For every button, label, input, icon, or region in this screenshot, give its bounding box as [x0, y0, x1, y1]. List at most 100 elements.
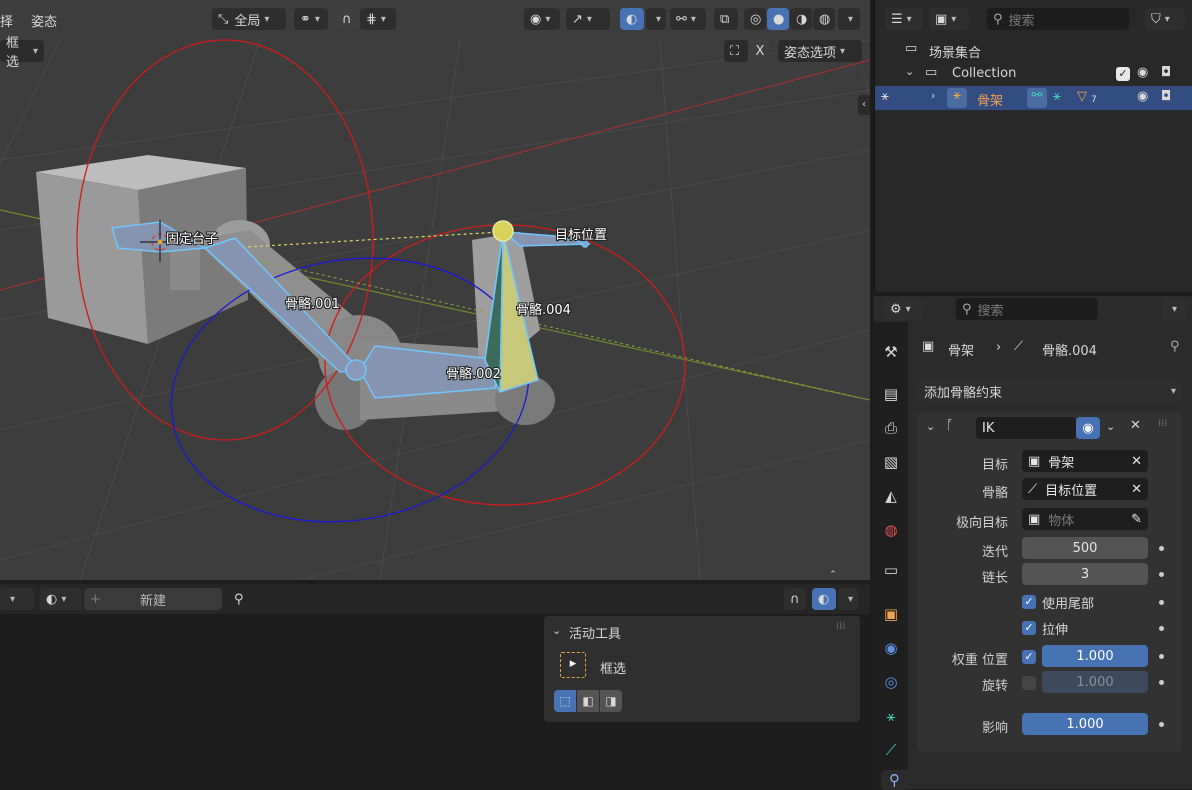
world-tab-icon[interactable]: ◍ [881, 520, 901, 540]
bone-field[interactable]: ⟋ 目标位置 ✕ [1022, 478, 1148, 500]
overlays-dropdown-bottom[interactable]: ▾ [838, 588, 858, 610]
tool-tab-icon[interactable]: ⚒ [881, 342, 901, 362]
outliner-view-dropdown[interactable]: ▣ ▾ [929, 8, 969, 30]
output-tab-icon[interactable]: ⎙ [881, 418, 901, 438]
visibility-eye-icon[interactable]: ◉ [1137, 65, 1148, 80]
constraint-name-input[interactable]: IK [976, 417, 1076, 439]
mode-new-button[interactable]: ⬚ [554, 690, 576, 712]
weight-rotation-field[interactable]: 1.000 [1042, 671, 1148, 693]
collection-tab-icon[interactable]: ▭ [881, 560, 901, 580]
outliner-display-mode[interactable]: ☰ ▾ [885, 8, 923, 30]
drag-handle-icon[interactable]: ⁞⁞⁞ [1158, 418, 1168, 429]
keyframe-dot-icon[interactable] [1159, 722, 1164, 727]
keyframe-dot-icon[interactable] [1159, 680, 1164, 685]
shading-dropdown[interactable]: ▾ [838, 8, 860, 30]
shading-wireframe[interactable]: ◎ [744, 8, 766, 30]
eyedropper-icon[interactable]: ✎ [1131, 512, 1142, 527]
menu-pose[interactable]: 姿态 [31, 11, 57, 30]
drag-handle-icon[interactable]: ⁞⁞⁞ [836, 621, 846, 632]
editor-type-dropdown[interactable]: ▾ [0, 588, 34, 610]
collapse-chevron-icon[interactable]: ⌄ [926, 420, 935, 433]
pole-target-field[interactable]: ▣ 物体 ✎ [1022, 508, 1148, 530]
chain-length-field[interactable]: 3 [1022, 563, 1148, 585]
target-field[interactable]: ▣ 骨架 ✕ [1022, 450, 1148, 472]
object-icon: ▣ [1028, 453, 1041, 469]
pin-icon[interactable]: ⚲ [1170, 339, 1180, 354]
keyframe-dot-icon[interactable] [1159, 600, 1164, 605]
constraint-enable-toggle[interactable]: ◉ [1076, 417, 1100, 439]
influence-field[interactable]: 1.000 [1022, 713, 1148, 735]
render-tab-icon[interactable]: ▤ [881, 384, 901, 404]
visibility-eye-icon[interactable]: ◉ [1137, 89, 1148, 104]
transform-orientation-dropdown[interactable]: ⤡ 全局 ▾ [212, 8, 286, 30]
overlays-toggle[interactable]: ◐ [620, 8, 644, 30]
snap-toggle-bottom[interactable]: ∩ [784, 588, 806, 610]
iterations-field[interactable]: 500 [1022, 537, 1148, 559]
snap-target-dropdown[interactable]: ⋕ ▾ [360, 8, 396, 30]
expand-chevron-icon[interactable]: › [931, 89, 935, 102]
keyframe-dot-icon[interactable] [1159, 546, 1164, 551]
weight-position-field[interactable]: 1.000 [1042, 645, 1148, 667]
xray-toggle[interactable]: ⧉ [714, 8, 738, 30]
stretch-checkbox[interactable]: ✓ [1022, 621, 1036, 635]
view-layer-tab-icon[interactable]: ▧ [881, 452, 901, 472]
mirror-icon-button[interactable]: ⛶ [724, 40, 748, 62]
constraint-menu-chevron-icon[interactable]: ⌄ [1106, 420, 1115, 433]
menu-select[interactable]: 择 [0, 11, 13, 30]
outliner-row-scene-collection[interactable]: ▭ 场景集合 [875, 38, 1192, 62]
snap-toggle[interactable]: ∩ [336, 8, 360, 30]
use-tail-checkbox[interactable]: ✓ [1022, 595, 1036, 609]
render-camera-icon[interactable]: ◘ [1161, 89, 1171, 104]
browse-dropdown[interactable]: ◐ ▾ [40, 588, 82, 610]
3d-viewport[interactable]: 固定台子 目标位置 骨骼.001 骨骼.002 骨骼.004 择 姿态 ⤡ 全局… [0, 0, 870, 580]
bone-constraint-tab-icon[interactable]: ⚲ [881, 770, 908, 790]
exclude-checkbox[interactable]: ✓ [1116, 67, 1130, 81]
visibility-dropdown[interactable]: ◉ ▾ [524, 8, 560, 30]
keyframe-dot-icon[interactable] [1159, 572, 1164, 577]
delete-constraint-icon[interactable]: ✕ [1130, 418, 1141, 433]
collapse-chevron-icon[interactable]: ⌄ [552, 624, 561, 637]
gizmo-dropdown[interactable]: ↗ ▾ [566, 8, 610, 30]
select-mode-dropdown[interactable]: 框选 ▾ [0, 36, 44, 70]
collapse-arrow-icon[interactable]: ⌃ [824, 570, 842, 580]
expand-chevron-icon[interactable]: ⌄ [905, 65, 914, 78]
scene-tab-icon[interactable]: ◭ [881, 486, 901, 506]
select-box-tool-icon[interactable]: ▸ [560, 652, 586, 678]
properties-editor-type[interactable]: ⚙ ▾ [884, 298, 922, 320]
overlays-toggle-bottom[interactable]: ◐ [812, 588, 836, 610]
add-bone-constraint-dropdown[interactable]: 添加骨骼约束 ▾ [918, 380, 1182, 402]
mode-subtract-button[interactable]: ◨ [600, 690, 622, 712]
properties-search-input[interactable]: ⚲ 搜索 [956, 298, 1098, 320]
outliner-search-input[interactable]: ⚲ 搜索 [987, 8, 1129, 30]
render-camera-icon[interactable]: ◘ [1161, 65, 1171, 80]
keyframe-dot-icon[interactable] [1159, 626, 1164, 631]
overlays-dropdown[interactable]: ▾ [646, 8, 666, 30]
properties-options-dropdown[interactable]: ▾ [1162, 298, 1186, 320]
physics-tab-icon[interactable]: ◎ [881, 672, 901, 692]
shading-rendered[interactable]: ◍ [813, 8, 835, 30]
mirror-x-button[interactable]: X [749, 40, 771, 62]
bone-overlay-dropdown[interactable]: ⚯ ▾ [670, 8, 706, 30]
viewport-scene[interactable]: 固定台子 目标位置 骨骼.001 骨骼.002 骨骼.004 [0, 0, 870, 580]
outliner-row-armature[interactable]: ⚹ › ⚹ 骨架 ⚯ ⚹ ▽ 7 ◉ ◘ [875, 86, 1192, 110]
sidebar-toggle-arrow[interactable]: ‹ [858, 95, 870, 115]
clear-icon[interactable]: ✕ [1131, 454, 1142, 469]
armature-data-tab-icon[interactable]: ⚹ [881, 706, 901, 726]
modifier-tab-icon[interactable]: ◉ [881, 638, 901, 658]
shading-solid[interactable]: ● [767, 8, 789, 30]
bone-label: 骨骼 [981, 486, 1008, 501]
weight-position-checkbox[interactable]: ✓ [1022, 650, 1036, 664]
pivot-dropdown[interactable]: ⚭ ▾ [294, 8, 328, 30]
pose-options-dropdown[interactable]: 姿态选项 ▾ [778, 40, 862, 62]
clear-icon[interactable]: ✕ [1131, 482, 1142, 497]
bone-tab-icon[interactable]: ⟋ [881, 740, 901, 760]
pin-button[interactable]: ⚲ [228, 588, 250, 610]
object-tab-icon[interactable]: ▣ [881, 604, 901, 624]
rotation-checkbox[interactable] [1022, 676, 1036, 690]
mode-extend-button[interactable]: ◧ [577, 690, 599, 712]
keyframe-dot-icon[interactable] [1159, 654, 1164, 659]
filter-dropdown[interactable]: ⛉ ▾ [1145, 8, 1185, 30]
outliner-row-collection[interactable]: ⌄ ▭ Collection ✓ ◉ ◘ [875, 62, 1192, 86]
new-button[interactable]: + 新建 [84, 588, 222, 610]
shading-material[interactable]: ◑ [790, 8, 812, 30]
